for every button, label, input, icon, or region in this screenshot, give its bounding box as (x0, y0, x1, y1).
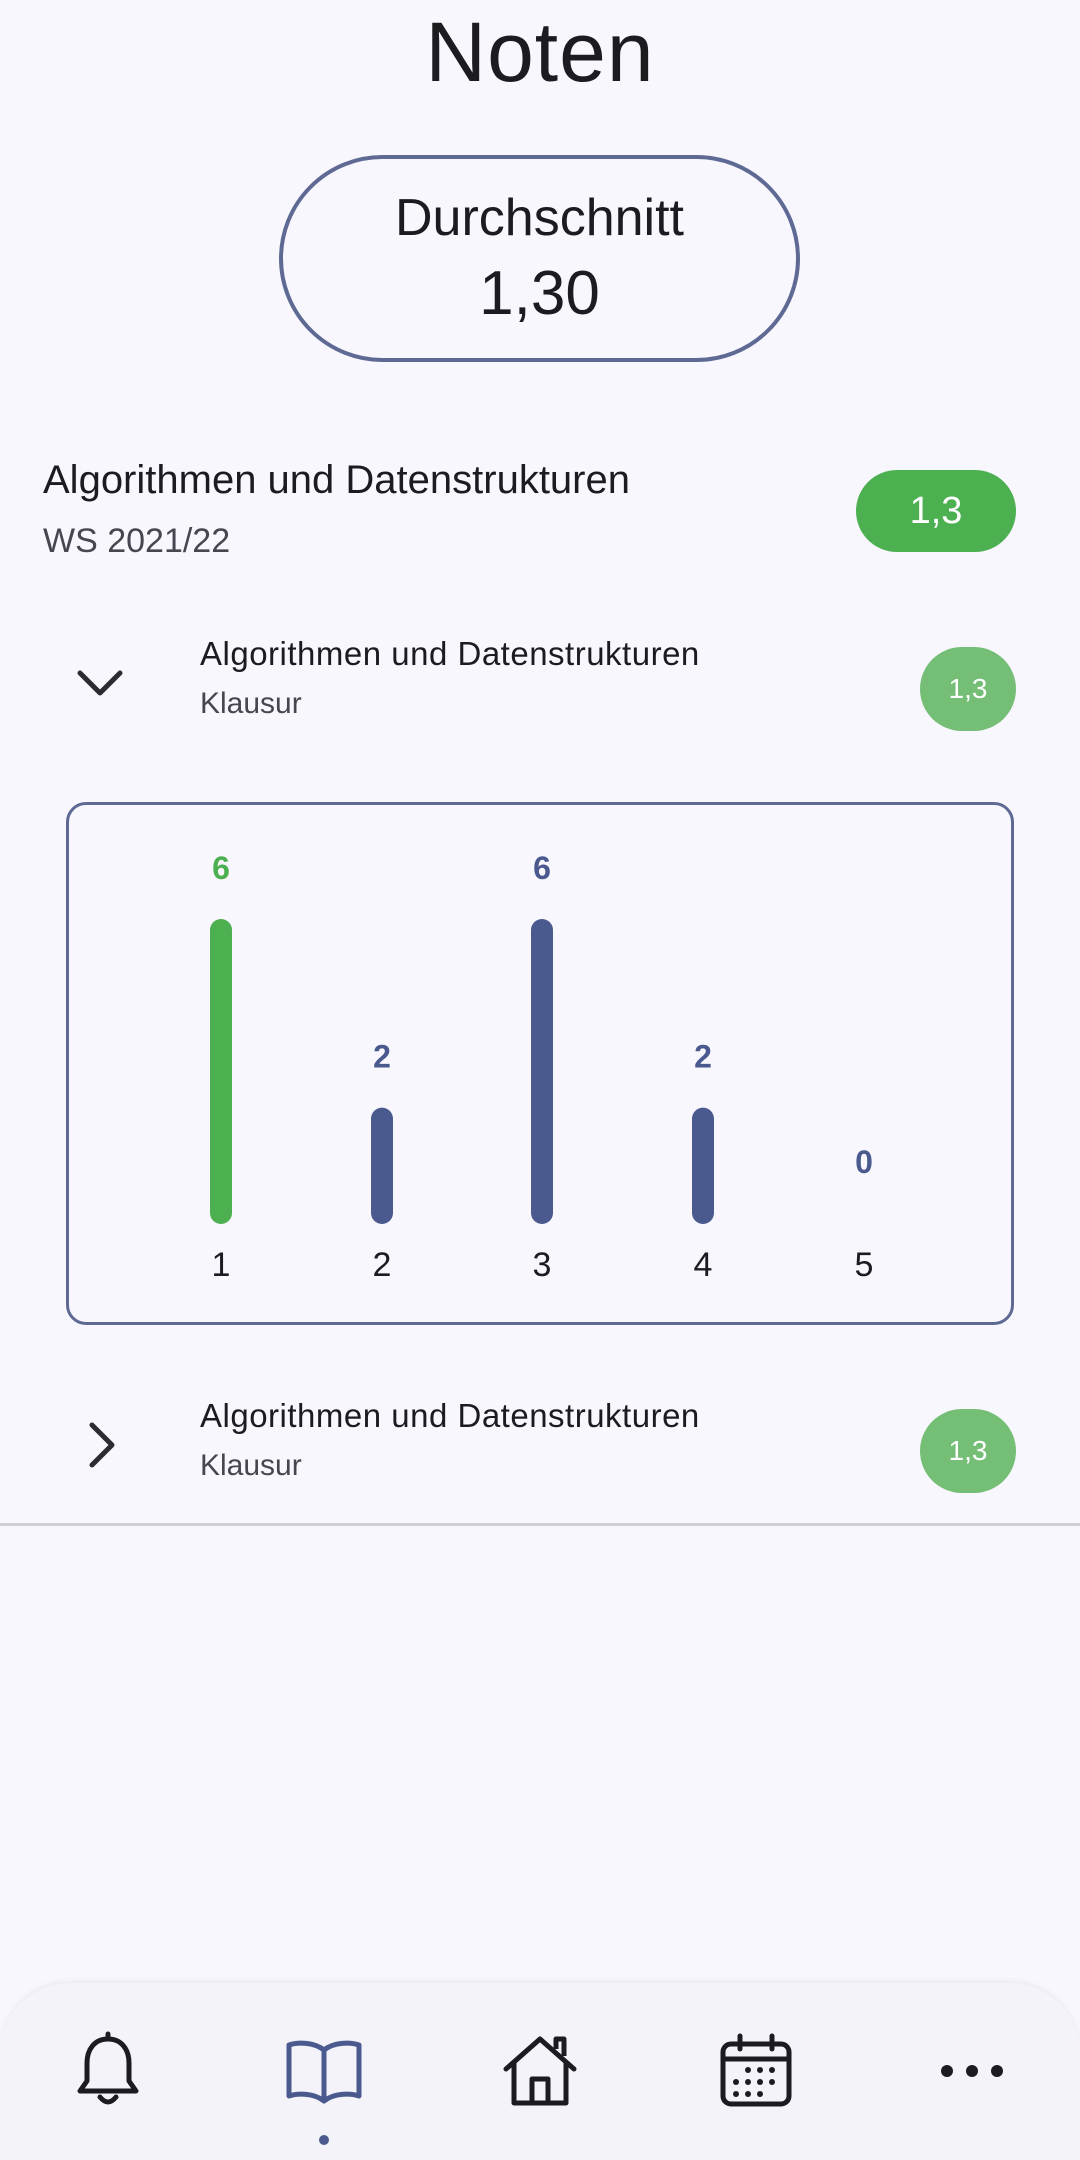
nav-grades[interactable] (264, 2011, 384, 2131)
bottom-navigation (0, 1983, 1080, 2160)
chart-bar-1 (210, 919, 232, 1224)
average-card: Durchschnitt 1,30 (279, 155, 800, 362)
chart-value-label: 6 (533, 850, 551, 886)
grade-distribution-chart: 6 1 2 2 6 3 2 4 0 5 (66, 802, 1014, 1325)
average-value: 1,30 (479, 258, 600, 328)
divider (0, 1523, 1080, 1526)
grades-screen: Noten Durchschnitt 1,30 Algorithmen und … (0, 0, 1080, 2160)
module-grade-badge: 1,3 (856, 470, 1016, 552)
book-icon (286, 2040, 362, 2104)
exam-grade-badge: 1,3 (920, 647, 1016, 731)
active-indicator (319, 2135, 329, 2145)
chart-bar-3 (531, 919, 553, 1224)
chart-category-label: 5 (855, 1246, 874, 1284)
more-icon (941, 2065, 1003, 2077)
exam-row[interactable]: Algorithmen und Datenstrukturen Klausur … (0, 1385, 1080, 1505)
chart-bar-4 (692, 1107, 714, 1224)
page-title: Noten (425, 5, 655, 99)
chart-value-label: 0 (855, 1144, 873, 1180)
chart-category-label: 1 (212, 1246, 231, 1284)
chart-category-label: 3 (533, 1246, 552, 1284)
module-header[interactable]: Algorithmen und Datenstrukturen WS 2021/… (0, 440, 1080, 580)
nav-notifications[interactable] (48, 2011, 168, 2131)
chart-bar-2 (371, 1107, 393, 1224)
nav-home[interactable] (480, 2011, 600, 2131)
nav-calendar[interactable] (696, 2011, 816, 2131)
exam-type: Klausur (200, 1449, 302, 1482)
chevron-right-icon (89, 1422, 115, 1468)
exam-grade-badge: 1,3 (920, 1409, 1016, 1493)
exam-title: Algorithmen und Datenstrukturen (200, 635, 700, 672)
exam-type: Klausur (200, 687, 302, 720)
chart-value-label: 2 (694, 1039, 712, 1075)
module-semester: WS 2021/22 (43, 522, 231, 560)
chart-svg: 6 1 2 2 6 3 2 4 0 5 (210, 850, 874, 1284)
nav-more[interactable] (912, 2011, 1032, 2131)
home-icon (503, 2036, 577, 2106)
calendar-icon (720, 2033, 792, 2107)
chart-value-label: 6 (212, 850, 230, 886)
module-title: Algorithmen und Datenstrukturen (43, 458, 630, 502)
chart-category-label: 4 (694, 1246, 713, 1284)
chart-value-label: 2 (373, 1039, 391, 1075)
bell-icon (77, 2031, 139, 2105)
average-label: Durchschnitt (395, 188, 684, 247)
exam-row[interactable]: Algorithmen und Datenstrukturen Klausur … (0, 623, 1080, 743)
chevron-down-icon (77, 670, 123, 696)
exam-title: Algorithmen und Datenstrukturen (200, 1397, 700, 1434)
chart-category-label: 2 (373, 1246, 392, 1284)
